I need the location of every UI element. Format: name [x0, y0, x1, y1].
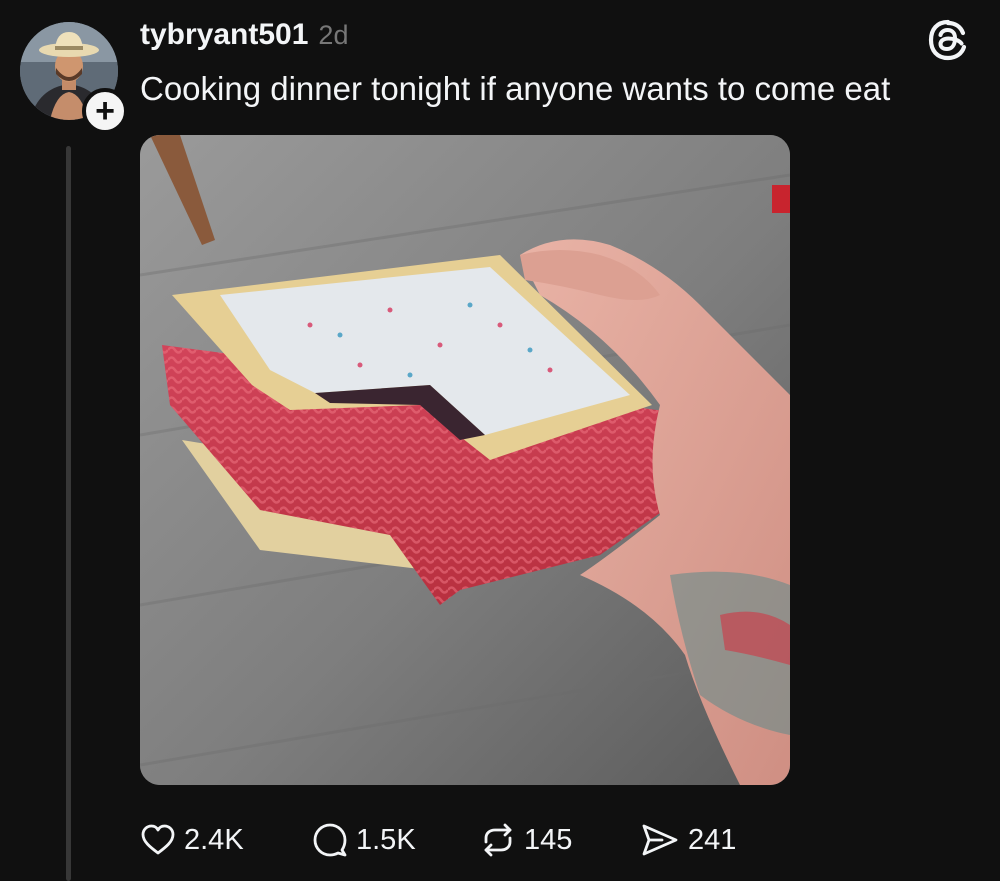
reply-button[interactable]: 1.5K [312, 818, 416, 862]
repost-count: 145 [524, 823, 573, 856]
username[interactable]: tybryant501 [140, 18, 308, 52]
timestamp: 2d [318, 20, 349, 50]
plus-icon: + [95, 92, 115, 130]
like-button[interactable]: 2.4K [140, 818, 244, 862]
heart-icon [140, 822, 176, 858]
threads-logo-icon[interactable] [926, 18, 970, 62]
reply-count: 1.5K [356, 823, 416, 856]
repost-button[interactable]: 145 [480, 818, 572, 862]
post-header: tybryant501 2d [140, 18, 348, 52]
post-text: Cooking dinner tonight if anyone wants t… [140, 70, 891, 107]
share-count: 241 [688, 823, 737, 856]
follow-button[interactable]: + [82, 88, 128, 134]
thread-line [66, 146, 71, 881]
post-image[interactable] [140, 135, 790, 785]
repost-arrows-icon [480, 822, 516, 858]
speech-bubble-icon [312, 822, 348, 858]
action-bar: 2.4K 1.5K 145 241 [140, 818, 840, 862]
send-arrow-icon [640, 822, 680, 858]
like-count: 2.4K [184, 823, 244, 856]
share-button[interactable]: 241 [640, 818, 736, 862]
